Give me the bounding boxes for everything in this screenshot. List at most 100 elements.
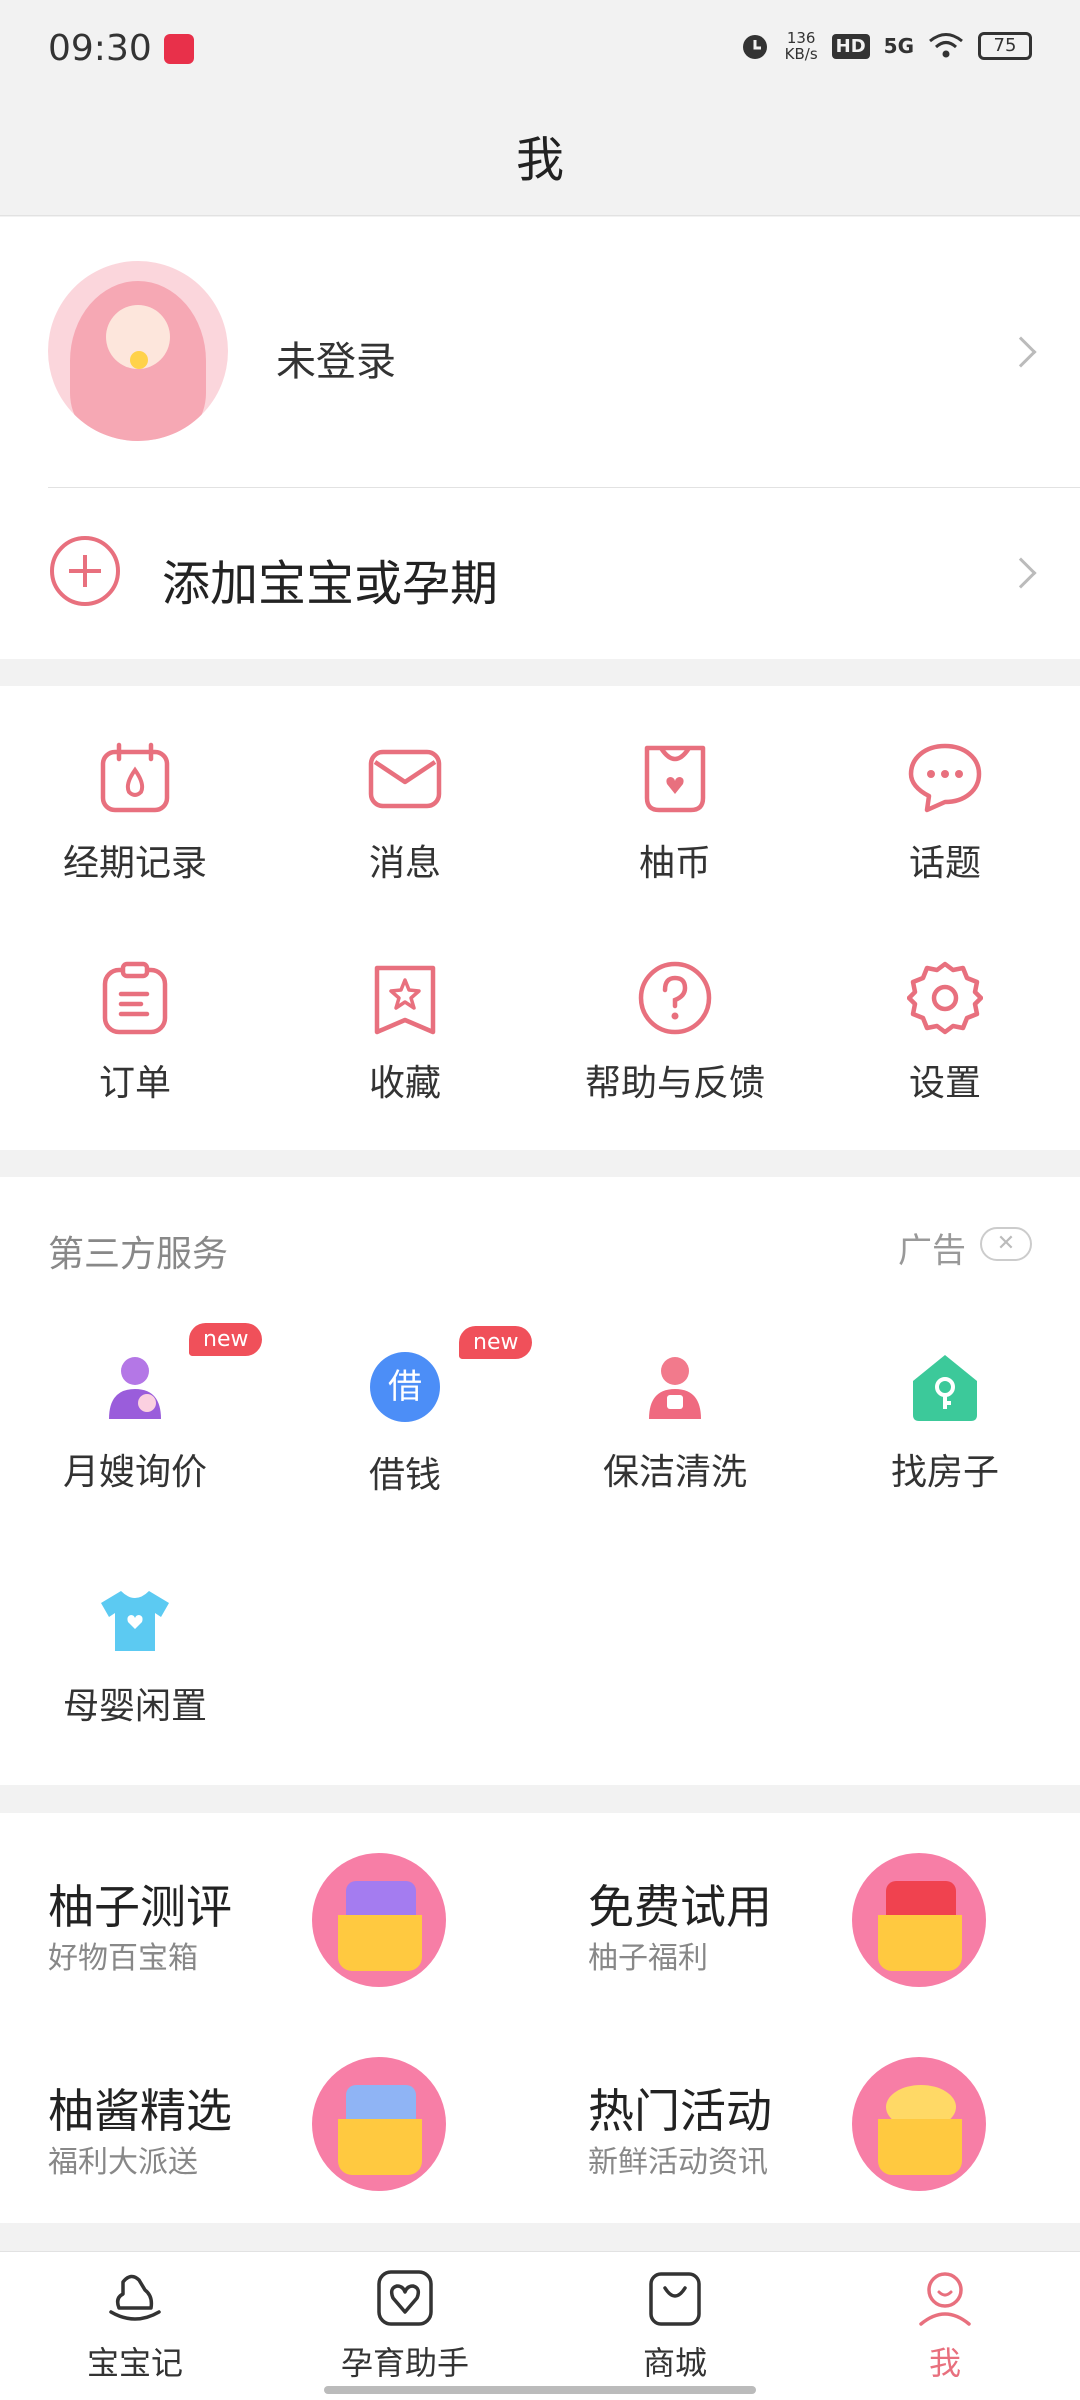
chevron-right-icon [1005, 336, 1037, 368]
coin-bag-icon [637, 740, 713, 816]
promo-selection[interactable]: 柚酱精选 福利大派送 [0, 2017, 540, 2217]
service-baby-secondhand[interactable]: 母婴闲置 [0, 1583, 270, 1729]
menu-label: 消息 [368, 843, 441, 884]
promo-section: 柚子测评 好物百宝箱 免费试用 柚子福利 柚酱精选 福利大派送 热门活动 新鲜活… [0, 1813, 1080, 2223]
promo-title: 免费试用 [588, 1880, 772, 1934]
chevron-right-icon [1005, 557, 1037, 589]
menu-item-topics[interactable]: 话题 [810, 740, 1080, 886]
network-speed: 136 KB/s [785, 30, 818, 62]
promo-subtitle: 新鲜活动资讯 [588, 2145, 768, 2180]
menu-item-messages[interactable]: 消息 [270, 740, 540, 886]
app-notification-icon [164, 34, 194, 64]
tab-pregnancy-assistant[interactable]: 孕育助手 [270, 2268, 540, 2384]
loan-icon-disc: 借 [370, 1352, 440, 1422]
promo-review[interactable]: 柚子测评 好物百宝箱 [0, 1813, 540, 2013]
baby-clothes-icon [97, 1583, 173, 1659]
nanny-icon: new [97, 1323, 263, 1425]
heart-leaf-icon [375, 2268, 435, 2328]
clipboard-icon [97, 960, 173, 1036]
promo-subtitle: 福利大派送 [48, 2145, 198, 2180]
service-label: 找房子 [890, 1452, 999, 1493]
promo-title: 柚子测评 [48, 1880, 232, 1934]
person-icon [915, 2268, 975, 2328]
home-indicator[interactable] [324, 2386, 756, 2394]
login-status: 未登录 [276, 339, 396, 385]
service-nanny[interactable]: new 月嫂询价 [0, 1323, 270, 1495]
profile-card: 未登录 添加宝宝或孕期 [0, 217, 1080, 659]
calendar-drop-icon [97, 740, 173, 816]
menu-label: 柚币 [638, 843, 711, 884]
add-baby-row[interactable]: 添加宝宝或孕期 [0, 488, 1080, 659]
section-title: 第三方服务 [48, 1234, 229, 1275]
star-bookmark-icon [367, 960, 443, 1036]
page-title: 我 [515, 132, 564, 188]
network-type: 5G [883, 34, 914, 58]
login-row[interactable]: 未登录 [0, 217, 1080, 487]
chat-bubble-icon [907, 740, 983, 816]
tab-label: 商城 [642, 2344, 707, 2382]
avatar-pacifier [130, 351, 148, 369]
avatar[interactable] [48, 261, 228, 441]
status-indicators: 136 KB/s HD 5G 75 [739, 30, 1032, 62]
tab-label: 宝宝记 [86, 2344, 183, 2382]
menu-label: 话题 [908, 843, 981, 884]
menu-label: 设置 [908, 1063, 981, 1104]
menu-label: 经期记录 [62, 843, 207, 884]
menu-item-settings[interactable]: 设置 [810, 960, 1080, 1106]
third-party-section: 第三方服务 广告 ✕ new 月嫂询价 借 new 借钱 保洁清洗 找房子 母婴… [0, 1177, 1080, 1785]
menu-item-help[interactable]: 帮助与反馈 [540, 960, 810, 1106]
gear-icon [906, 960, 984, 1036]
tab-label: 孕育助手 [340, 2344, 469, 2382]
house-key-icon [907, 1349, 983, 1425]
menu-item-period[interactable]: 经期记录 [0, 740, 270, 886]
service-cleaning[interactable]: 保洁清洗 [540, 1349, 810, 1495]
envelope-icon [367, 740, 443, 816]
cleaner-icon [637, 1349, 713, 1425]
image-part [338, 1915, 422, 1971]
image-part [878, 1915, 962, 1971]
menu-item-orders[interactable]: 订单 [0, 960, 270, 1106]
menu-item-favorites[interactable]: 收藏 [270, 960, 540, 1106]
menu-label: 帮助与反馈 [584, 1063, 765, 1104]
shopping-bag-icon [645, 2268, 705, 2328]
function-menu: 经期记录 消息 柚币 话题 订单 收藏 帮助与反馈 设置 [0, 686, 1080, 1150]
loan-icon-text: 借 [388, 1367, 422, 1407]
service-label: 借钱 [368, 1455, 441, 1496]
promo-subtitle: 好物百宝箱 [48, 1941, 198, 1976]
image-part [878, 2119, 962, 2175]
wifi-icon [929, 33, 963, 58]
tab-mall[interactable]: 商城 [540, 2268, 810, 2384]
mascot-image [852, 2057, 986, 2191]
service-label: 月嫂询价 [62, 1452, 207, 1493]
gift-basket-image [312, 2057, 446, 2191]
red-envelope-image [852, 1853, 986, 1987]
service-label: 母婴闲置 [62, 1686, 207, 1727]
ad-close-button[interactable]: ✕ [980, 1227, 1032, 1261]
bottom-tab-bar: 宝宝记 孕育助手 商城 我 [0, 2251, 1080, 2400]
tab-baby-diary[interactable]: 宝宝记 [0, 2268, 270, 2384]
plus-circle-icon [50, 536, 120, 606]
tab-me[interactable]: 我 [810, 2268, 1080, 2384]
promo-subtitle: 柚子福利 [588, 1941, 708, 1976]
service-label: 保洁清洗 [602, 1452, 747, 1493]
battery-indicator: 75 [978, 32, 1032, 60]
status-bar: 09:30 136 KB/s HD 5G 75 [0, 0, 1080, 100]
promo-hot-events[interactable]: 热门活动 新鲜活动资讯 [540, 2017, 1080, 2217]
menu-item-coins[interactable]: 柚币 [540, 740, 810, 886]
status-time: 09:30 [48, 28, 152, 69]
menu-label: 收藏 [368, 1063, 441, 1104]
question-icon [637, 960, 713, 1036]
image-part [338, 2119, 422, 2175]
add-baby-label: 添加宝宝或孕期 [162, 556, 499, 612]
promo-title: 热门活动 [588, 2084, 772, 2138]
menu-label: 订单 [98, 1063, 171, 1104]
new-badge: new [189, 1323, 263, 1356]
treasure-box-image [312, 1853, 446, 1987]
hd-badge: HD [831, 33, 870, 59]
promo-free-trial[interactable]: 免费试用 柚子福利 [540, 1813, 1080, 2013]
service-housing[interactable]: 找房子 [810, 1349, 1080, 1495]
ad-label: 广告 [898, 1231, 966, 1271]
loan-icon: 借 new [367, 1326, 533, 1428]
service-loan[interactable]: 借 new 借钱 [270, 1326, 540, 1498]
alarm-icon [742, 35, 767, 59]
